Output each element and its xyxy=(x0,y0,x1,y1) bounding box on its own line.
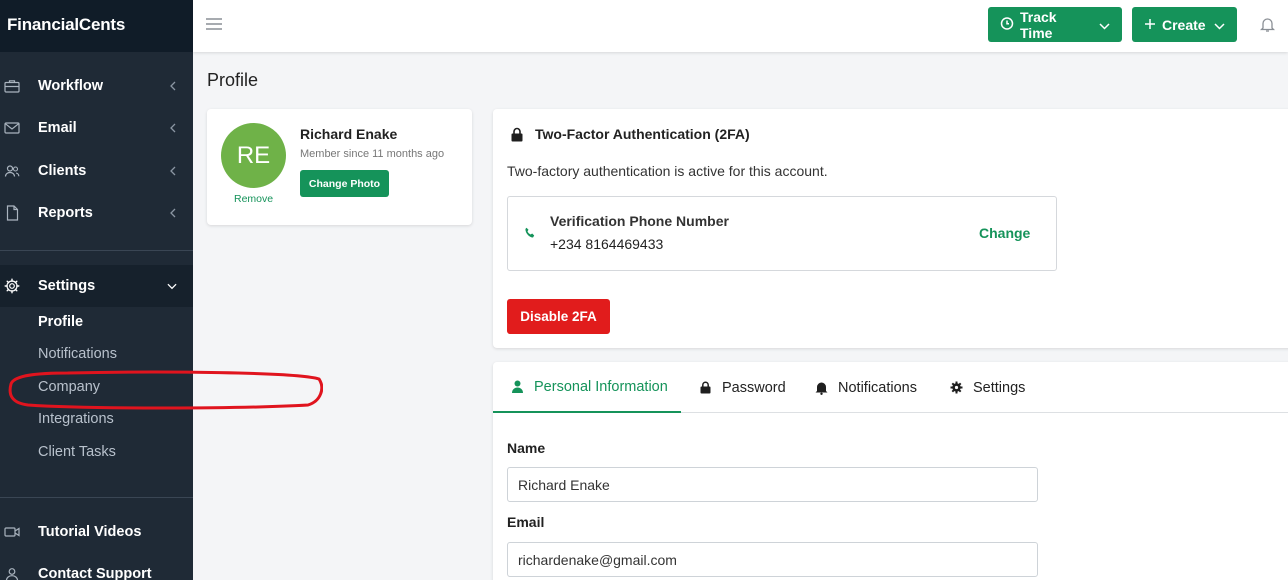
verification-phone-number: +234 8164469433 xyxy=(550,236,664,252)
sidebar-item-label: Workflow xyxy=(38,78,103,94)
verification-phone-label: Verification Phone Number xyxy=(550,213,729,229)
tab-settings[interactable]: Settings xyxy=(950,362,1025,413)
profile-tabs: Personal Information Password Notificati… xyxy=(493,362,1288,413)
plus-icon xyxy=(1144,17,1156,33)
sidebar-item-reports[interactable]: Reports xyxy=(0,193,193,233)
create-label: Create xyxy=(1162,16,1206,33)
bell-icon xyxy=(815,381,828,395)
tab-label: Notifications xyxy=(838,379,917,396)
profile-name: Richard Enake xyxy=(300,126,398,142)
sidebar-item-label: Email xyxy=(38,120,77,136)
tab-label: Settings xyxy=(973,379,1026,396)
brand-logo[interactable]: FinancialCents xyxy=(0,0,193,52)
sidebar-subitem-client-tasks[interactable]: Client Tasks xyxy=(38,444,116,460)
sidebar-divider xyxy=(0,497,193,498)
envelope-icon xyxy=(4,120,20,136)
profile-card: RE Remove Richard Enake Member since 11 … xyxy=(207,109,472,225)
chevron-left-icon xyxy=(167,166,177,176)
tab-password[interactable]: Password xyxy=(699,362,786,413)
sidebar-item-label: Reports xyxy=(38,205,93,221)
sidebar-item-label: Settings xyxy=(38,278,96,294)
sidebar: FinancialCents Workflow Email Clients Re… xyxy=(0,0,193,580)
chevron-left-icon xyxy=(167,123,177,133)
sidebar-item-email[interactable]: Email xyxy=(0,108,193,148)
lock-icon xyxy=(511,127,523,142)
name-label: Name xyxy=(507,440,546,456)
remove-photo-link[interactable]: Remove xyxy=(234,193,273,205)
gear-icon xyxy=(950,381,963,394)
chevron-down-icon xyxy=(167,281,177,291)
create-button[interactable]: Create xyxy=(1132,7,1237,42)
sidebar-item-tutorial-videos[interactable]: Tutorial Videos xyxy=(0,512,193,552)
sidebar-divider xyxy=(0,250,193,251)
tab-label: Personal Information xyxy=(534,378,668,395)
chevron-left-icon xyxy=(167,208,177,218)
sidebar-item-label: Clients xyxy=(38,163,87,179)
profile-form-card: Personal Information Password Notificati… xyxy=(493,362,1288,580)
tab-notifications[interactable]: Notifications xyxy=(815,362,917,413)
user-icon xyxy=(511,380,524,393)
gear-icon xyxy=(4,278,20,294)
users-icon xyxy=(4,163,20,179)
track-time-button[interactable]: Track Time xyxy=(988,7,1122,42)
avatar[interactable]: RE xyxy=(221,123,286,188)
change-phone-link[interactable]: Change xyxy=(979,225,1030,241)
person-icon xyxy=(4,566,20,580)
document-icon xyxy=(4,205,20,221)
sidebar-item-settings[interactable]: Settings xyxy=(0,265,193,307)
tab-personal-information[interactable]: Personal Information xyxy=(493,362,681,413)
change-photo-button[interactable]: Change Photo xyxy=(300,170,389,197)
sidebar-subitem-notifications[interactable]: Notifications xyxy=(38,346,117,362)
member-since-text: Member since 11 months ago xyxy=(300,148,445,160)
top-bar: Track Time Create xyxy=(193,0,1288,52)
sidebar-item-label: Contact Support xyxy=(38,566,152,580)
two-factor-description: Two-factory authentication is active for… xyxy=(507,163,828,179)
email-label: Email xyxy=(507,514,545,530)
chevron-down-icon xyxy=(1099,17,1110,33)
chevron-left-icon xyxy=(167,81,177,91)
briefcase-icon xyxy=(4,78,20,94)
tab-label: Password xyxy=(722,379,786,396)
sidebar-item-clients[interactable]: Clients xyxy=(0,151,193,191)
sidebar-subitem-profile[interactable]: Profile xyxy=(38,314,83,330)
disable-2fa-button[interactable]: Disable 2FA xyxy=(507,299,610,334)
track-time-label: Track Time xyxy=(1020,8,1057,41)
sidebar-subitem-company[interactable]: Company xyxy=(38,379,100,395)
two-factor-title: Two-Factor Authentication (2FA) xyxy=(535,126,750,142)
page-title: Profile xyxy=(207,70,259,90)
hamburger-menu-icon[interactable] xyxy=(206,17,222,31)
sidebar-item-workflow[interactable]: Workflow xyxy=(0,66,193,106)
name-field[interactable] xyxy=(507,467,1038,502)
notification-bell-icon[interactable] xyxy=(1259,16,1276,34)
stopwatch-icon xyxy=(1000,16,1014,33)
lock-icon xyxy=(699,381,712,394)
verification-phone-box: Verification Phone Number +234 816446943… xyxy=(507,196,1057,271)
email-field[interactable] xyxy=(507,542,1038,577)
phone-icon xyxy=(524,226,536,238)
chevron-down-icon xyxy=(1214,17,1225,33)
sidebar-item-contact-support[interactable]: Contact Support xyxy=(0,554,193,580)
two-factor-card: Two-Factor Authentication (2FA) Two-fact… xyxy=(493,109,1288,348)
sidebar-item-label: Tutorial Videos xyxy=(38,524,142,540)
video-icon xyxy=(4,524,20,540)
sidebar-subitem-integrations[interactable]: Integrations xyxy=(38,411,114,427)
